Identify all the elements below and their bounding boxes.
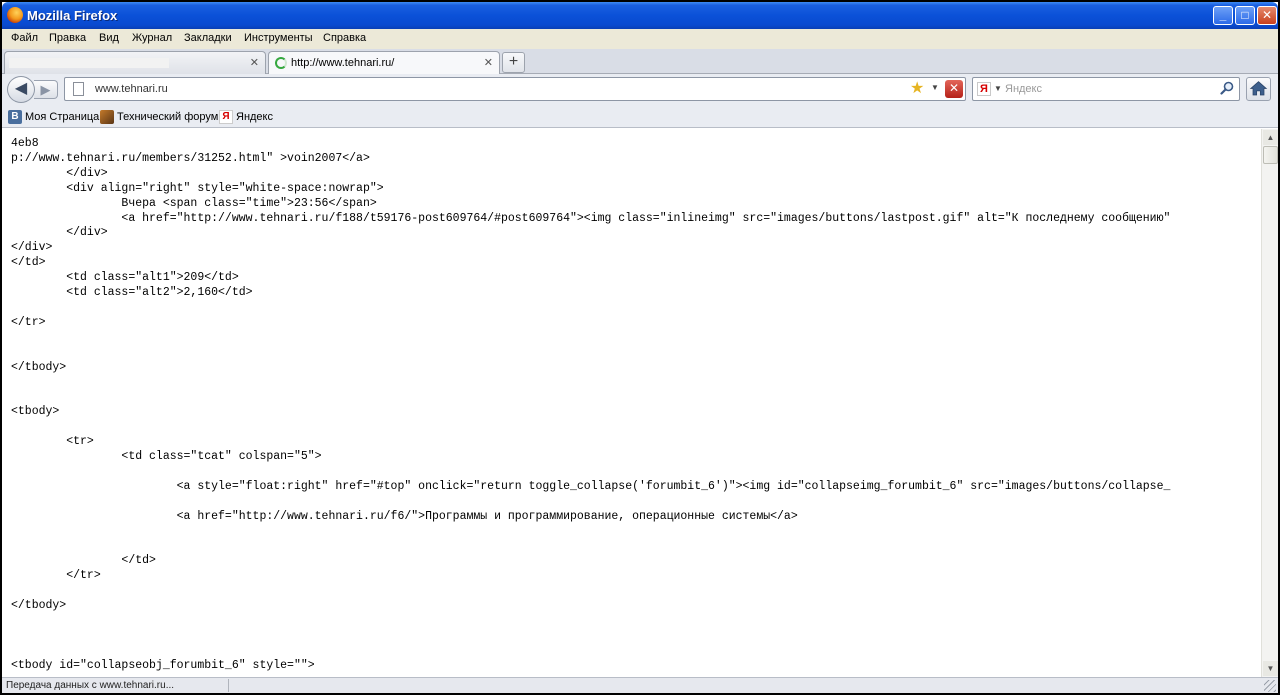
forward-button[interactable]: ▶ bbox=[34, 80, 58, 99]
source-line bbox=[11, 301, 1170, 316]
source-line: </div> bbox=[11, 166, 108, 180]
vertical-scrollbar[interactable]: ▲ ▼ bbox=[1261, 129, 1278, 677]
source-line: </tr> bbox=[11, 315, 46, 329]
back-button[interactable]: ◀ bbox=[7, 76, 35, 103]
search-engine-dropdown-icon[interactable]: ▼ bbox=[994, 84, 1002, 93]
source-line: p://www.tehnari.ru/members/31252.html" >… bbox=[11, 151, 370, 165]
page-content: 4eb8 p://www.tehnari.ru/members/31252.htm… bbox=[2, 129, 1261, 677]
tab-strip: ✕ http://www.tehnari.ru/ ✕ + bbox=[2, 49, 1278, 75]
resize-grip-icon[interactable] bbox=[1264, 680, 1276, 692]
bookmark-yandex[interactable]: Я Яндекс bbox=[219, 110, 275, 124]
source-line: </div> bbox=[11, 226, 108, 240]
maximize-button[interactable]: □ bbox=[1235, 6, 1255, 25]
back-forward-group: ▶ ◀ bbox=[7, 76, 58, 103]
source-line: </td> bbox=[11, 256, 46, 270]
source-line bbox=[11, 346, 1170, 361]
menu-history[interactable]: Журнал bbox=[132, 32, 172, 44]
source-line: </tr> bbox=[11, 569, 101, 583]
source-line bbox=[11, 584, 1170, 599]
tab-title-blurred bbox=[9, 58, 169, 68]
source-line bbox=[11, 614, 1170, 629]
menu-view[interactable]: Вид bbox=[99, 32, 119, 44]
firefox-logo-icon bbox=[7, 7, 23, 23]
bookmark-tech-forum[interactable]: Технический форум bbox=[100, 110, 219, 124]
source-line bbox=[11, 495, 1170, 510]
tab-2[interactable]: http://www.tehnari.ru/ ✕ bbox=[268, 51, 500, 75]
scroll-up-button[interactable]: ▲ bbox=[1263, 130, 1278, 145]
source-line bbox=[11, 644, 1170, 659]
source-line: <tr> bbox=[11, 435, 94, 449]
title-bar[interactable]: Mozilla Firefox _ □ ✕ bbox=[2, 2, 1278, 29]
firefox-window: Mozilla Firefox _ □ ✕ Файл Правка Вид Жу… bbox=[2, 2, 1278, 693]
loading-spinner-icon bbox=[275, 57, 287, 69]
close-button[interactable]: ✕ bbox=[1257, 6, 1277, 25]
source-line: <td class="tcat" colspan="5"> bbox=[11, 450, 322, 464]
source-line: 4eb8 bbox=[11, 137, 39, 150]
menu-edit[interactable]: Правка bbox=[49, 32, 86, 44]
source-line bbox=[11, 390, 1170, 405]
tab-close-icon[interactable]: ✕ bbox=[484, 56, 493, 69]
status-separator bbox=[228, 679, 229, 692]
bookmark-label: Технический форум bbox=[117, 111, 219, 123]
page-source-text: 4eb8 p://www.tehnari.ru/members/31252.htm… bbox=[11, 137, 1170, 674]
navigation-toolbar: ▶ ◀ www.tehnari.ru ★ ▼ ✕ Я ▼ bbox=[2, 74, 1278, 105]
stop-button[interactable]: ✕ bbox=[945, 80, 963, 98]
source-line bbox=[11, 539, 1170, 554]
new-tab-button[interactable]: + bbox=[502, 52, 525, 73]
menu-file[interactable]: Файл bbox=[11, 32, 38, 44]
menu-bookmarks[interactable]: Закладки bbox=[184, 32, 232, 44]
url-text[interactable]: www.tehnari.ru bbox=[95, 83, 168, 95]
source-line: </tbody> bbox=[11, 360, 67, 374]
scroll-down-button[interactable]: ▼ bbox=[1263, 661, 1278, 676]
vk-icon: В bbox=[8, 110, 22, 124]
tab-1[interactable]: ✕ bbox=[4, 51, 266, 74]
source-line: </td> bbox=[11, 554, 156, 568]
source-line: <a href="http://www.tehnari.ru/f188/t591… bbox=[11, 211, 1171, 225]
bookmarks-toolbar: В Моя Страница Технический форум Я Яндек… bbox=[2, 105, 1278, 128]
home-icon bbox=[1249, 81, 1268, 96]
source-line: <tbody id="collapseobj_forumbit_6" style… bbox=[11, 658, 315, 672]
source-line bbox=[11, 629, 1170, 644]
forum-icon bbox=[100, 110, 114, 124]
source-line bbox=[11, 420, 1170, 435]
source-line: <div align="right" style="white-space:no… bbox=[11, 181, 384, 195]
yandex-engine-icon[interactable]: Я bbox=[977, 82, 991, 96]
menu-bar: Файл Правка Вид Журнал Закладки Инструме… bbox=[2, 29, 1278, 49]
search-input[interactable] bbox=[1005, 81, 1205, 97]
scrollbar-thumb[interactable] bbox=[1263, 146, 1278, 164]
search-icon[interactable] bbox=[1220, 81, 1234, 95]
bookmark-label: Моя Страница bbox=[25, 111, 100, 123]
menu-help[interactable]: Справка bbox=[323, 32, 366, 44]
minimize-button[interactable]: _ bbox=[1213, 6, 1233, 25]
source-line bbox=[11, 376, 1170, 391]
source-line: </div> bbox=[11, 241, 53, 255]
status-text: Передача данных с www.tehnari.ru... bbox=[6, 680, 175, 691]
source-line bbox=[11, 525, 1170, 540]
source-line: <a style="float:right" href="#top" oncli… bbox=[11, 479, 1171, 493]
tab-close-icon[interactable]: ✕ bbox=[250, 56, 259, 69]
url-dropdown-icon[interactable]: ▼ bbox=[931, 83, 939, 92]
window-title: Mozilla Firefox bbox=[27, 8, 118, 23]
url-bar[interactable]: www.tehnari.ru ★ ▼ ✕ bbox=[64, 77, 966, 101]
home-button[interactable] bbox=[1246, 77, 1271, 101]
yandex-icon: Я bbox=[219, 110, 233, 124]
source-line bbox=[11, 465, 1170, 480]
tab-title: http://www.tehnari.ru/ bbox=[291, 57, 395, 69]
menu-tools[interactable]: Инструменты bbox=[244, 32, 313, 44]
source-line: Вчера <span class="time">23:56</span> bbox=[11, 196, 377, 210]
source-line: <td class="alt2">2,160</td> bbox=[11, 286, 253, 300]
status-bar: Передача данных с www.tehnari.ru... bbox=[2, 677, 1278, 693]
page-icon bbox=[73, 82, 84, 96]
source-line: <a href="http://www.tehnari.ru/f6/">Прог… bbox=[11, 509, 798, 523]
source-line: <tbody> bbox=[11, 405, 60, 419]
bookmark-my-page[interactable]: В Моя Страница bbox=[8, 110, 100, 124]
bookmark-star-icon[interactable]: ★ bbox=[910, 79, 924, 99]
bookmark-label: Яндекс bbox=[236, 111, 273, 123]
source-line: <td class="alt1">209</td> bbox=[11, 271, 239, 285]
source-line bbox=[11, 331, 1170, 346]
source-line: </tbody> bbox=[11, 599, 67, 613]
search-bar: Я ▼ bbox=[972, 77, 1240, 101]
